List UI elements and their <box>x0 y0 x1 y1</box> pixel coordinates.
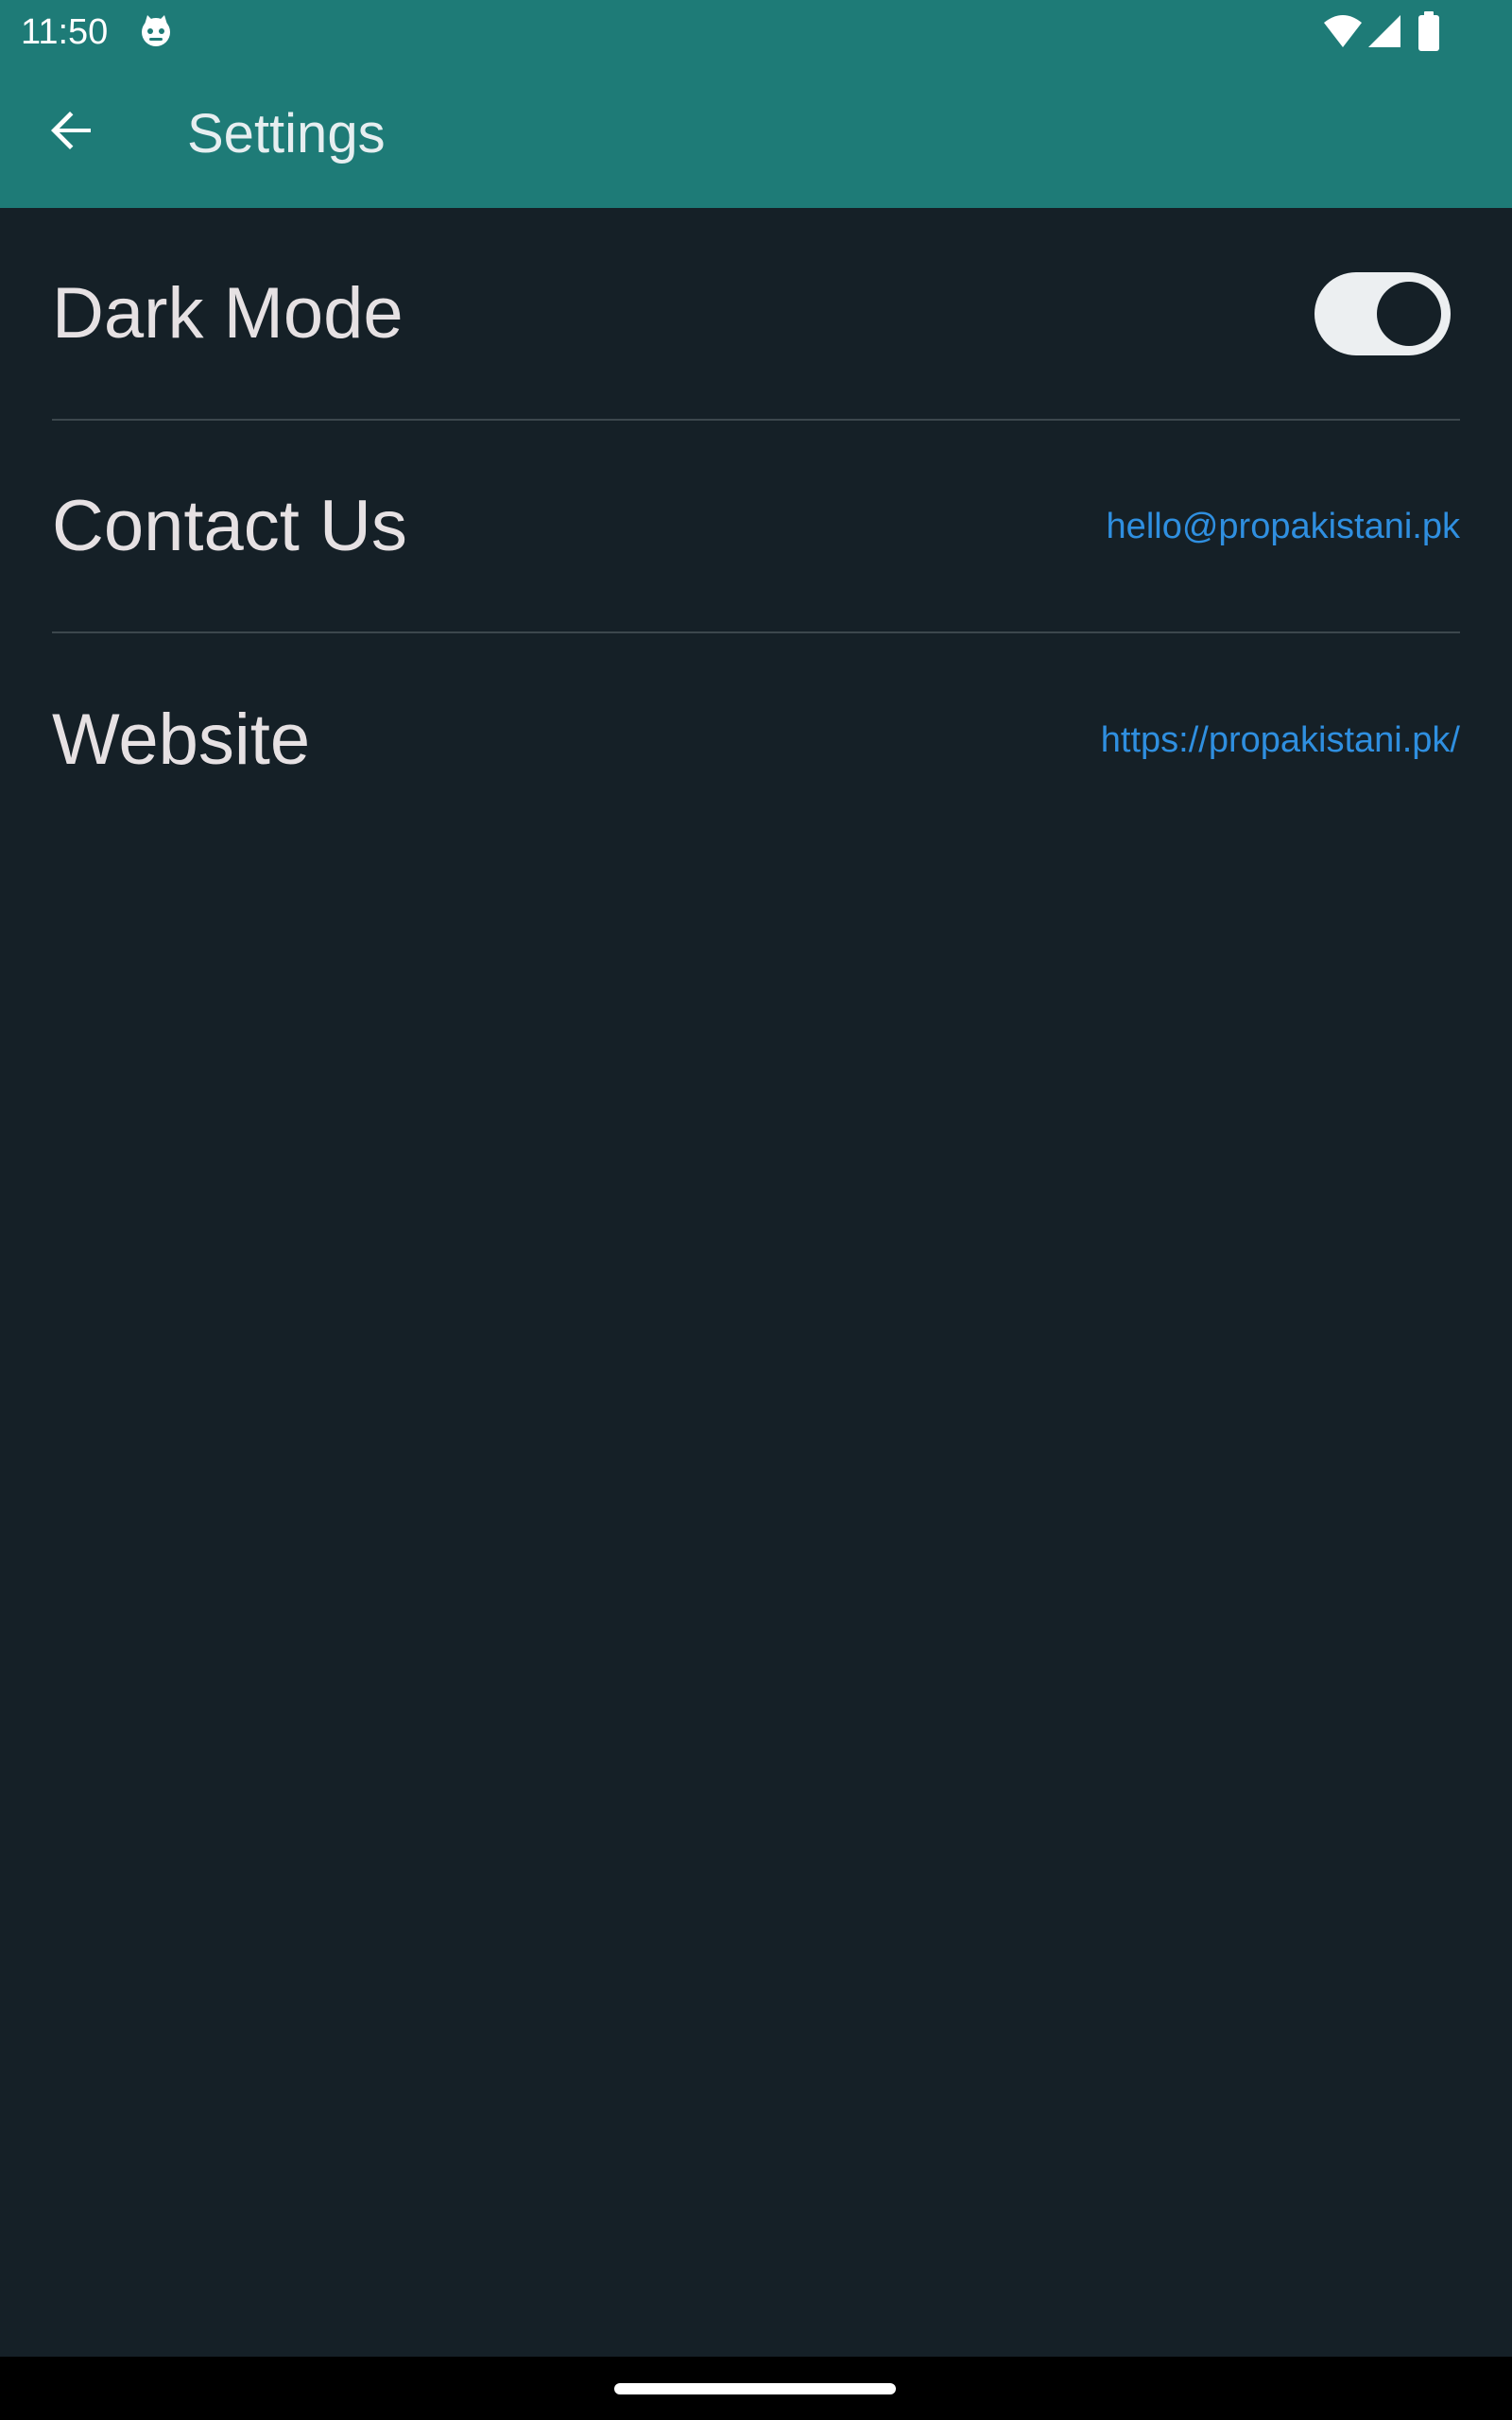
setting-dark-mode: Dark Mode <box>52 208 1460 421</box>
toggle-knob <box>1377 281 1441 346</box>
website-label: Website <box>52 699 311 780</box>
status-bar: 11:50 <box>0 0 1512 66</box>
arrow-left-icon <box>49 108 94 158</box>
setting-website[interactable]: Website https://propakistani.pk/ <box>52 633 1460 846</box>
cat-face-icon <box>138 13 174 49</box>
contact-us-label: Contact Us <box>52 485 407 566</box>
status-time: 11:50 <box>21 12 109 52</box>
back-button[interactable] <box>34 95 110 170</box>
top-bar: 11:50 Settings <box>0 0 1512 208</box>
website-link[interactable]: https://propakistani.pk/ <box>1101 718 1460 762</box>
app-bar: Settings <box>0 66 1512 208</box>
signal-icon <box>1368 13 1402 49</box>
home-gesture-handle[interactable] <box>614 2383 896 2394</box>
setting-contact-us[interactable]: Contact Us hello@propakistani.pk <box>52 421 1460 633</box>
dark-mode-label: Dark Mode <box>52 272 404 354</box>
wifi-icon <box>1323 13 1363 49</box>
page-title: Settings <box>187 103 386 164</box>
battery-icon <box>1418 11 1440 51</box>
navigation-bar <box>0 2357 1512 2420</box>
dark-mode-toggle[interactable] <box>1314 271 1451 355</box>
contact-email-link[interactable]: hello@propakistani.pk <box>1107 505 1460 548</box>
settings-list: Dark Mode Contact Us hello@propakistani.… <box>52 208 1460 846</box>
